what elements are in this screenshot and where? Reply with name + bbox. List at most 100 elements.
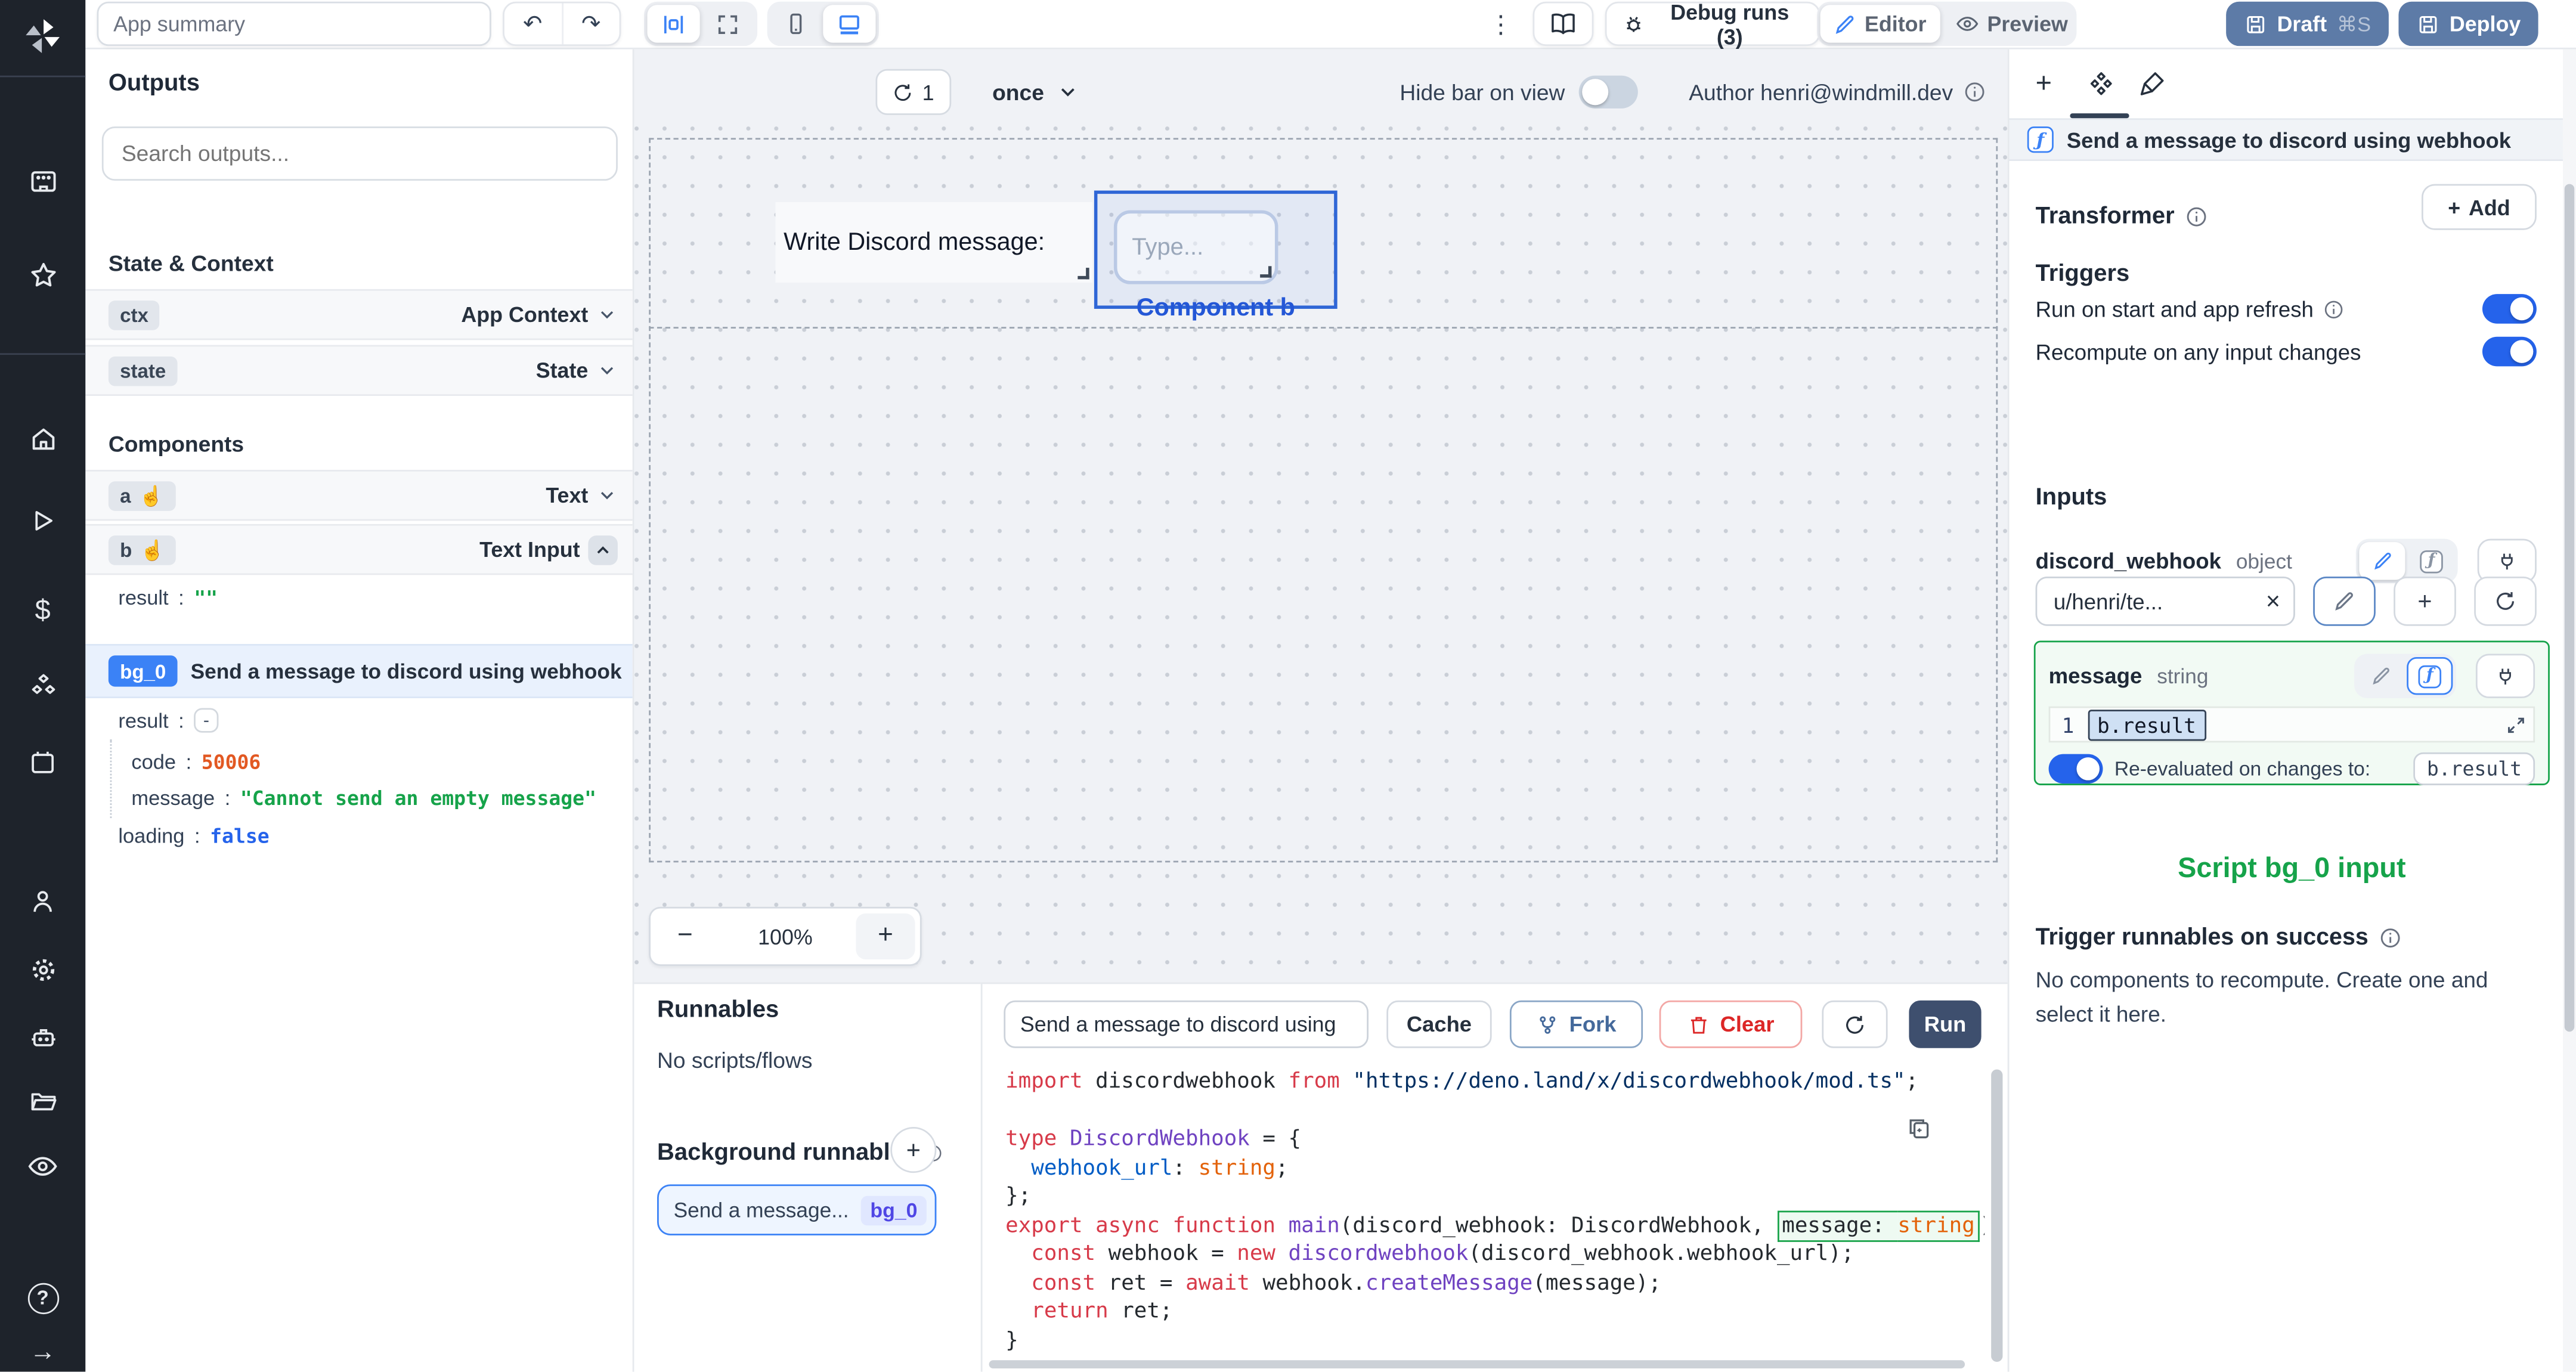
settings-gear-icon[interactable] [0, 949, 85, 989]
fullwidth-layout-button[interactable] [701, 5, 754, 42]
zoom-in-button[interactable]: + [856, 913, 915, 959]
windmill-app-editor: $ ? → ↶ ↷ [0, 0, 2576, 1372]
static-edit-button[interactable] [2358, 657, 2404, 695]
b-result-value: "" [194, 586, 218, 610]
refresh-resource-button[interactable] [2474, 577, 2537, 626]
draft-button[interactable]: Draft ⌘S [2226, 1, 2389, 47]
collapse-arrow-icon[interactable]: → [0, 1334, 85, 1371]
app-canvas[interactable]: Write Discord message: Component b − 100… [634, 123, 2008, 983]
info-icon[interactable] [2378, 927, 2401, 950]
cache-button[interactable]: Cache [1386, 1000, 1492, 1048]
audit-eye-icon[interactable] [0, 1147, 85, 1186]
edit-resource-button[interactable] [2313, 577, 2376, 626]
state-row[interactable]: state State [85, 345, 633, 396]
connect-plug-button[interactable] [2475, 654, 2535, 698]
help-icon[interactable]: ? [0, 1278, 85, 1317]
resize-handle[interactable] [1260, 266, 1272, 278]
app-summary-input[interactable] [97, 1, 491, 47]
redo-button[interactable]: ↷ [563, 4, 620, 45]
user-icon[interactable] [0, 882, 85, 921]
run-button[interactable]: Run [1909, 1000, 1981, 1048]
info-icon[interactable] [1963, 80, 1986, 104]
hide-bar-toggle[interactable] [1578, 75, 1637, 109]
reeval-target: b.result [2413, 752, 2535, 785]
text-input-component[interactable] [1113, 210, 1278, 284]
resource-input[interactable]: u/henri/te... × [2035, 577, 2295, 626]
component-settings-tab[interactable] [2076, 61, 2126, 107]
expression-mode-button[interactable]: ƒ [2407, 657, 2453, 695]
resource-picker-row: u/henri/te... × + [2035, 577, 2537, 626]
chevron-down-icon[interactable] [596, 360, 618, 381]
refresh-code-button[interactable] [1822, 1000, 1888, 1048]
chevron-down-icon[interactable] [596, 485, 618, 506]
debug-runs-button[interactable]: Debug runs (3) [1605, 0, 1820, 48]
workers-robot-icon[interactable] [0, 1017, 85, 1056]
code-horizontal-scrollbar[interactable] [989, 1360, 1965, 1368]
code-editor[interactable]: import discordwebhook from "https://deno… [1005, 1068, 1984, 1352]
add-transformer-button[interactable]: + Add [2422, 184, 2537, 230]
refresh-count-button[interactable]: 1 [875, 69, 952, 115]
windmill-logo-icon[interactable] [0, 17, 85, 56]
clear-resource-button[interactable]: × [2256, 587, 2280, 615]
run-on-start-toggle[interactable] [2482, 294, 2537, 324]
add-resource-button[interactable]: + [2394, 577, 2456, 626]
runnable-header: ƒ Send a message to discord using webhoo… [2009, 118, 2563, 161]
info-icon[interactable] [2323, 298, 2345, 320]
components-heading: Components [108, 432, 244, 457]
undo-button[interactable]: ↶ [504, 3, 563, 45]
recompute-toggle[interactable] [2482, 336, 2537, 367]
collapse-result-button[interactable]: - [194, 708, 219, 733]
scrollbar-thumb[interactable] [2564, 184, 2575, 1032]
editor-preview-toggle: Editor Preview [1817, 1, 2077, 47]
bg0-runnable-item[interactable]: Send a message... bg_0 [657, 1184, 937, 1235]
expression-mode-button[interactable]: ƒ [2408, 542, 2454, 580]
code-vertical-scrollbar[interactable] [1991, 1069, 2003, 1362]
component-b-row[interactable]: b ☝ Text Input [85, 524, 633, 575]
clear-button[interactable]: Clear [1659, 1000, 1803, 1048]
runnable-title: Send a message to discord using webhook [2066, 127, 2511, 152]
fork-button[interactable]: Fork [1509, 1000, 1643, 1048]
editor-tab[interactable]: Editor [1820, 5, 1940, 43]
copy-code-icon[interactable] [1906, 1114, 1936, 1144]
selected-component-label: Component b [1136, 294, 1295, 322]
resources-cubes-icon[interactable] [0, 665, 85, 705]
component-a-row[interactable]: a ☝ Text [85, 469, 633, 521]
theme-tab[interactable] [2128, 61, 2177, 107]
search-outputs-input[interactable] [101, 126, 618, 181]
variables-dollar-icon[interactable]: $ [0, 590, 85, 629]
refresh-mode-select[interactable]: once [983, 69, 1089, 115]
field-name: message [2048, 664, 2142, 689]
desktop-view-button[interactable] [823, 5, 876, 43]
component-a-text[interactable]: Write Discord message: [775, 202, 1093, 283]
home-icon[interactable] [0, 419, 85, 459]
discord-message-input[interactable] [1117, 213, 1275, 281]
schedules-calendar-icon[interactable] [0, 742, 85, 782]
window-scrollbar[interactable] [2562, 49, 2576, 1372]
static-edit-button[interactable] [2359, 542, 2405, 580]
collapse-button[interactable] [588, 534, 618, 565]
component-b-selected[interactable] [1094, 190, 1337, 309]
chevron-down-icon[interactable] [596, 304, 618, 326]
expression-editor[interactable]: 1 b.result [2048, 706, 2535, 743]
ctx-row[interactable]: ctx App Context [85, 289, 633, 340]
mobile-view-button[interactable] [770, 5, 821, 42]
resize-handle[interactable] [1078, 268, 1089, 280]
add-background-runnable-button[interactable]: + [890, 1126, 937, 1173]
folders-icon[interactable] [0, 1081, 85, 1120]
add-component-tab[interactable]: + [2019, 61, 2069, 107]
more-menu-button[interactable]: ⋮ [1479, 5, 1513, 44]
docs-button[interactable] [1532, 1, 1594, 47]
preview-tab[interactable]: Preview [1941, 5, 2081, 42]
zoom-out-button[interactable]: − [655, 913, 714, 959]
runs-play-icon[interactable] [0, 501, 85, 540]
center-layout-button[interactable] [647, 5, 700, 43]
apps-icon[interactable] [0, 161, 85, 200]
bg0-output-row[interactable]: bg_0 Send a message to discord using web… [85, 644, 633, 698]
runnable-name-input[interactable] [1004, 1000, 1368, 1048]
pencil-icon [2335, 592, 2353, 611]
favorites-star-icon[interactable] [0, 255, 85, 294]
deploy-button[interactable]: Deploy [2398, 1, 2539, 47]
reeval-toggle[interactable] [2048, 754, 2103, 784]
info-icon[interactable] [2184, 205, 2207, 228]
expand-icon[interactable] [2506, 714, 2527, 735]
